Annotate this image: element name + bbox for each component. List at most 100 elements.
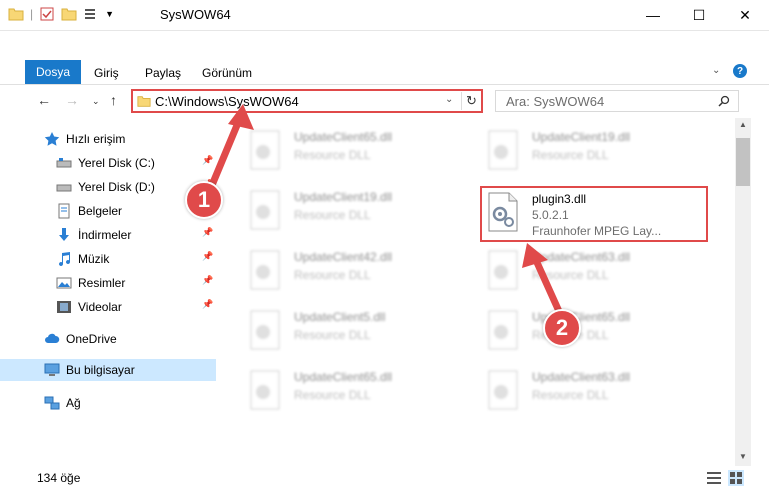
music-icon (59, 252, 71, 267)
video-icon (57, 301, 71, 313)
sidebar-item-downloads[interactable]: İndirmeler 📌 (56, 224, 216, 246)
pin-icon[interactable]: 📌 (202, 155, 213, 165)
sidebar-item-label: OneDrive (66, 332, 117, 346)
drive-icon (56, 158, 72, 168)
callout-1: 1 (185, 181, 223, 219)
drive-icon (56, 184, 72, 192)
file-item[interactable]: UpdateClient65.dll Resource DLL (482, 306, 702, 358)
search-input[interactable]: Ara: SysWOW64 (495, 90, 739, 112)
tab-share[interactable]: Paylaş (145, 66, 181, 80)
sidebar-item-label: Resimler (78, 276, 126, 290)
item-count: 134 öğe (37, 471, 81, 485)
sidebar-item-quick-access[interactable]: Hızlı erişim (44, 128, 214, 150)
minimize-button[interactable]: — (630, 0, 676, 30)
scroll-up-icon[interactable]: ▲ (739, 120, 747, 129)
file-description: Resource DLL (294, 388, 371, 402)
file-item[interactable]: UpdateClient42.dll Resource DLL (244, 246, 464, 298)
pictures-icon (56, 277, 72, 289)
file-description: Resource DLL (294, 328, 371, 342)
navigation-pane: Hızlı erişim Yerel Disk (C:) 📌 Yerel Dis… (0, 118, 218, 466)
address-dropdown-icon[interactable]: ⌄ (445, 94, 453, 105)
dll-file-icon (250, 370, 280, 410)
sidebar-item-label: Bu bilgisayar (66, 363, 135, 377)
file-name: UpdateClient65.dll (294, 130, 393, 144)
maximize-button[interactable]: ☐ (676, 0, 722, 30)
tab-home[interactable]: Giriş (94, 66, 119, 80)
file-item[interactable]: UpdateClient65.dll Resource DLL (244, 126, 464, 178)
file-name: UpdateClient42.dll (294, 250, 393, 264)
file-item[interactable]: UpdateClient63.dll Resource DLL (482, 246, 702, 298)
sidebar-item-label: Videolar (78, 300, 122, 314)
title-bar: | ▼ SysWOW64 — ☐ ✕ (0, 0, 769, 31)
expand-ribbon-icon[interactable]: ⌄ (712, 65, 720, 76)
file-item[interactable]: UpdateClient5.dll Resource DLL (244, 306, 464, 358)
properties-icon[interactable] (39, 6, 55, 22)
sidebar-item-label: Yerel Disk (C:) (78, 156, 155, 170)
star-icon (44, 132, 60, 146)
file-description: Resource DLL (532, 388, 609, 402)
computer-icon (44, 363, 60, 376)
sidebar-item-this-pc[interactable]: Bu bilgisayar (0, 359, 216, 381)
file-item[interactable]: UpdateClient65.dll Resource DLL (244, 366, 464, 418)
sidebar-item-local-disk-c[interactable]: Yerel Disk (C:) 📌 (56, 152, 216, 174)
forward-icon[interactable]: → (65, 92, 79, 108)
dll-file-icon (250, 250, 280, 290)
file-name: UpdateClient65.dll (294, 370, 393, 384)
folder-icon[interactable] (8, 6, 24, 22)
refresh-icon[interactable]: ↻ (466, 93, 477, 109)
sidebar-item-music[interactable]: Müzik 📌 (56, 248, 216, 270)
details-view-icon[interactable] (706, 470, 722, 486)
help-icon[interactable]: ? (733, 64, 747, 78)
dll-file-icon (488, 130, 518, 170)
sidebar-item-onedrive[interactable]: OneDrive (44, 328, 216, 350)
file-description: Resource DLL (294, 208, 371, 222)
sidebar-item-label: Belgeler (78, 204, 123, 218)
window-title: SysWOW64 (160, 7, 231, 22)
tiles-view-icon[interactable] (728, 470, 744, 486)
status-bar: 134 öğe (0, 466, 769, 490)
pin-icon[interactable]: 📌 (202, 299, 213, 309)
sidebar-item-videos[interactable]: Videolar 📌 (56, 296, 216, 318)
toolbar-separator: | (30, 7, 34, 21)
cloud-icon (45, 333, 60, 343)
dll-file-icon (250, 190, 280, 230)
recent-locations-icon[interactable]: ⌄ (92, 96, 100, 107)
file-name: UpdateClient63.dll (532, 370, 631, 384)
search-placeholder: Ara: SysWOW64 (506, 94, 605, 109)
up-icon[interactable]: ↑ (110, 92, 117, 108)
file-item[interactable]: UpdateClient63.dll Resource DLL (482, 366, 702, 418)
address-divider (461, 92, 462, 110)
tab-file[interactable]: Dosya (25, 60, 81, 84)
file-name: UpdateClient63.dll (532, 250, 631, 264)
file-description: Resource DLL (532, 148, 609, 162)
pin-icon[interactable]: 📌 (202, 227, 213, 237)
tab-view[interactable]: Görünüm (202, 66, 252, 80)
pin-icon[interactable]: 📌 (202, 251, 213, 261)
address-path[interactable]: C:\Windows\SysWOW64 (155, 94, 299, 109)
dll-file-icon (488, 310, 518, 350)
new-folder-icon[interactable] (61, 6, 77, 22)
close-button[interactable]: ✕ (722, 0, 768, 30)
file-name: UpdateClient19.dll (532, 130, 631, 144)
download-icon (59, 228, 69, 241)
sidebar-item-network[interactable]: Ağ (44, 392, 216, 414)
back-icon[interactable]: ← (37, 92, 51, 108)
file-name: UpdateClient5.dll (294, 310, 386, 324)
documents-icon (58, 203, 70, 219)
scroll-thumb[interactable] (736, 138, 750, 186)
dll-file-icon (250, 310, 280, 350)
file-description: Resource DLL (532, 268, 609, 282)
sidebar-item-label: İndirmeler (78, 228, 132, 242)
scroll-down-icon[interactable]: ▼ (739, 452, 747, 461)
pin-icon[interactable]: 📌 (202, 275, 213, 285)
file-item[interactable]: UpdateClient19.dll Resource DLL (244, 186, 464, 238)
customize-qat-icon[interactable] (83, 6, 99, 22)
sidebar-item-pictures[interactable]: Resimler 📌 (56, 272, 216, 294)
callout-2: 2 (543, 309, 581, 347)
search-icon[interactable] (718, 95, 730, 107)
file-item[interactable]: UpdateClient19.dll Resource DLL (482, 126, 702, 178)
address-bar[interactable]: C:\Windows\SysWOW64 ⌄ ↻ (131, 89, 483, 113)
qat-dropdown-icon[interactable]: ▼ (105, 9, 114, 19)
file-description: Resource DLL (294, 148, 371, 162)
vertical-scrollbar[interactable]: ▲ ▼ (735, 118, 751, 466)
